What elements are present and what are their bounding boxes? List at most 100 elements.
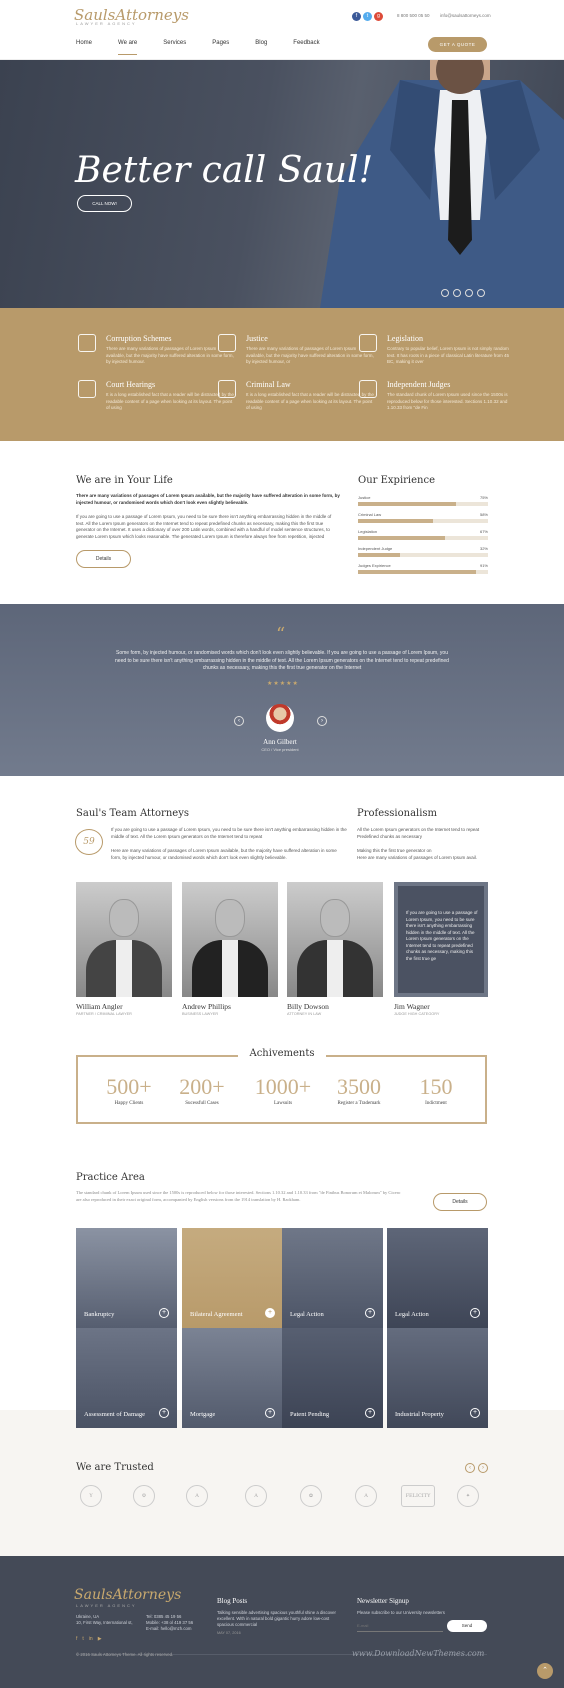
next-arrow-icon[interactable]: › <box>478 1463 488 1473</box>
plus-icon[interactable]: + <box>365 1408 375 1418</box>
trusted-background <box>0 1410 564 1556</box>
plus-icon[interactable]: + <box>265 1308 275 1318</box>
about-details-button[interactable]: Details <box>76 550 131 568</box>
partner-logo[interactable]: A <box>186 1485 208 1507</box>
achievement-item: 1000+ Lawsuits <box>246 1074 320 1106</box>
skill-item: Justice 75% <box>358 495 488 506</box>
practice-tile[interactable]: Patent Pending + <box>282 1328 383 1428</box>
plus-icon[interactable]: + <box>159 1308 169 1318</box>
tile-label: Mortgage <box>190 1411 216 1418</box>
facebook-icon[interactable]: f <box>76 1636 77 1642</box>
twitter-icon[interactable]: t <box>82 1636 83 1642</box>
about-body: If you are going to use a passage of Lor… <box>76 514 332 539</box>
skill-item: Criminal Law 58% <box>358 512 488 523</box>
skill-name: Legislation <box>358 529 378 534</box>
partner-logo[interactable]: A <box>355 1485 377 1507</box>
footer-logo[interactable]: SaulsAttorneys <box>74 1587 181 1603</box>
plus-icon[interactable]: + <box>365 1308 375 1318</box>
achievement-label: Sucessfull Cases <box>185 1101 219 1106</box>
hero-banner: Better call Saul! CALL NOW! <box>0 60 564 308</box>
nav-home[interactable]: Home <box>76 40 92 46</box>
email-address[interactable]: info@saulsattorneys.com <box>440 13 491 18</box>
achievement-item: 500+ Happy Clients <box>92 1074 166 1106</box>
tile-label: Patent Pending <box>290 1411 330 1418</box>
achievement-number: 1000+ <box>254 1074 312 1099</box>
achievement-number: 200+ <box>179 1074 225 1099</box>
youtube-icon[interactable]: ▶ <box>98 1636 102 1642</box>
slider-dot[interactable] <box>465 289 473 297</box>
partner-logo[interactable]: FELICITY <box>401 1485 435 1507</box>
member-name[interactable]: Billy Dowson <box>287 1002 329 1011</box>
plus-icon[interactable]: + <box>159 1408 169 1418</box>
skill-value: 67% <box>479 529 488 534</box>
practice-tile[interactable]: Mortgage + <box>182 1328 283 1428</box>
nav-we-are[interactable]: We are <box>118 40 138 55</box>
skill-fill <box>358 519 434 523</box>
achievement-item: 150 Indictment <box>399 1074 473 1106</box>
practice-tile[interactable]: Legal Action + <box>387 1228 488 1328</box>
tile-label: Legal Action <box>395 1311 429 1318</box>
achievement-label: Lawsuits <box>273 1101 293 1106</box>
blog-posts-title: Blog Posts <box>217 1597 248 1605</box>
linkedin-icon[interactable]: in <box>89 1636 93 1642</box>
facebook-icon[interactable]: f <box>352 12 361 21</box>
service-item[interactable]: Criminal Law It is a long established fa… <box>218 380 376 412</box>
twitter-icon[interactable]: t <box>363 12 372 21</box>
member-name[interactable]: Jim Wagner <box>394 1002 430 1011</box>
service-item[interactable]: Independent Judges The standard chunk of… <box>359 380 517 412</box>
call-now-button[interactable]: CALL NOW! <box>77 195 132 212</box>
scroll-to-top-icon[interactable]: ⌃ <box>537 1663 553 1679</box>
nav-pages[interactable]: Pages <box>212 40 229 46</box>
team-photo[interactable] <box>287 882 383 997</box>
get-a-quote-button[interactable]: GET A QUOTE <box>428 37 487 52</box>
nav-feedback[interactable]: Feedback <box>293 40 319 46</box>
experience-title: Our Expirience <box>358 475 435 486</box>
nav-services[interactable]: Services <box>163 40 186 46</box>
service-item[interactable]: Legislation Contrary to popular belief, … <box>359 334 517 366</box>
team-hover-card[interactable]: If you are going to use a passage of Lor… <box>394 882 488 997</box>
skill-fill <box>358 553 400 557</box>
practice-tile[interactable]: Legal Action + <box>282 1228 383 1328</box>
blog-post-text[interactable]: Talking sensible advertising spacious yo… <box>217 1610 347 1628</box>
member-name[interactable]: William Angler <box>76 1002 123 1011</box>
partner-logo[interactable]: ⚙ <box>133 1485 155 1507</box>
slider-dot[interactable] <box>477 289 485 297</box>
professionalism-text-1: All the Lorem Ipsum generators on the In… <box>357 827 480 839</box>
practice-tile[interactable]: Bilateral Agreement + <box>182 1228 283 1328</box>
send-button[interactable]: Send <box>447 1620 487 1632</box>
newsletter-email-input[interactable] <box>357 1620 443 1632</box>
member-role: JUDGE HIGH CATEGORY <box>394 1012 440 1016</box>
plus-icon[interactable]: + <box>470 1408 480 1418</box>
service-item[interactable]: Justice There are many variations of pas… <box>218 334 376 366</box>
team-photo[interactable] <box>182 882 278 997</box>
partner-logo[interactable]: A <box>245 1485 267 1507</box>
partner-logo[interactable]: ✦ <box>457 1485 479 1507</box>
service-item[interactable]: Corruption Schemes There are many variat… <box>78 334 236 366</box>
service-item[interactable]: Court Hearings It is a long established … <box>78 380 236 412</box>
skill-name: Judges Expirience <box>358 563 391 568</box>
skill-item: Judges Expirience 91% <box>358 563 488 574</box>
prison-icon <box>218 380 236 398</box>
nav-blog[interactable]: Blog <box>255 40 267 46</box>
footer-email[interactable]: E-mail: hello@mzh.com <box>146 1626 191 1632</box>
practice-tile[interactable]: Bankruptcy + <box>76 1228 177 1328</box>
prev-arrow-icon[interactable]: ‹ <box>234 716 244 726</box>
testimonial-text: Some form, by injected humour, or random… <box>115 650 449 671</box>
practice-tile[interactable]: Industrial Property + <box>387 1328 488 1428</box>
next-arrow-icon[interactable]: › <box>317 716 327 726</box>
google-plus-icon[interactable]: g <box>374 12 383 21</box>
slider-dot[interactable] <box>453 289 461 297</box>
practice-details-button[interactable]: Details <box>433 1193 487 1211</box>
plus-icon[interactable]: + <box>265 1408 275 1418</box>
partner-logo[interactable]: ✿ <box>300 1485 322 1507</box>
avatar <box>266 704 294 732</box>
prev-arrow-icon[interactable]: ‹ <box>465 1463 475 1473</box>
practice-text: The standard chunk of Lorem Ipsum used s… <box>76 1190 401 1202</box>
scales-icon <box>218 334 236 352</box>
member-name[interactable]: Andrew Phillips <box>182 1002 231 1011</box>
slider-dot[interactable] <box>441 289 449 297</box>
partner-logo[interactable]: Y <box>80 1485 102 1507</box>
team-photo[interactable] <box>76 882 172 997</box>
practice-tile[interactable]: Assessment of Damage + <box>76 1328 177 1428</box>
plus-icon[interactable]: + <box>470 1308 480 1318</box>
